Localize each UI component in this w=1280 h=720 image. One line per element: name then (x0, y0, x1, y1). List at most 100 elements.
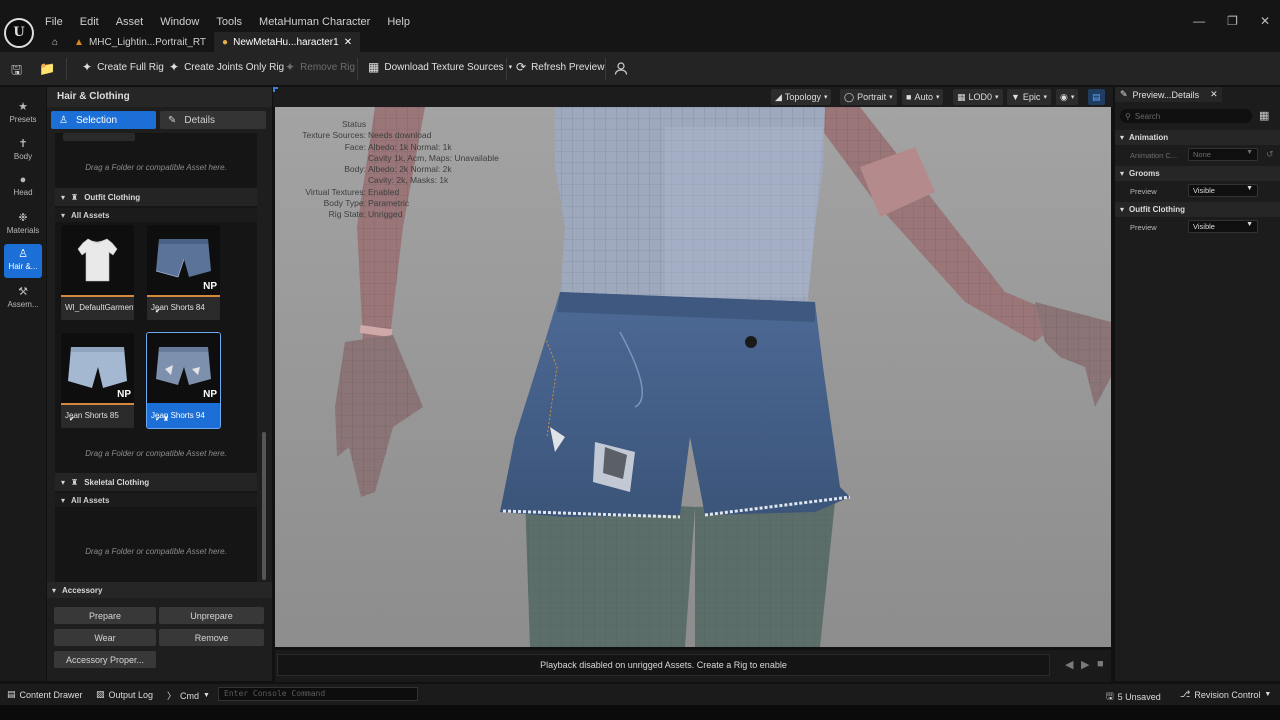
animation-category[interactable]: ▾ Animation (1115, 130, 1280, 145)
rail-item-materials[interactable]: ❉ Materials (4, 208, 42, 242)
selection-tab[interactable]: ♙ Selection (51, 111, 156, 129)
quality-icon: ▼ (1011, 92, 1020, 102)
console-command-input[interactable]: Enter Console Command (218, 687, 418, 701)
chip-label: Topology (784, 92, 821, 102)
play-icon[interactable]: ▶ (1081, 658, 1089, 671)
prepare-button[interactable]: Prepare (54, 607, 156, 624)
create-full-rig-button[interactable]: ✦ Create Full Rig (82, 60, 164, 74)
panel-scrollbar[interactable] (262, 432, 266, 580)
preview-details-panel: ✎ Preview...Details ✕ ⚲ Search ▦ ▾ Anima… (1115, 87, 1280, 681)
rail-item-assembly[interactable]: ⚒ Assem... (4, 282, 42, 316)
remove-rig-button[interactable]: ✦ Remove Rig (285, 60, 355, 74)
content-drawer-button[interactable]: ▤ Content Drawer (7, 689, 83, 700)
rail-item-body[interactable]: ✝ Body (4, 134, 42, 168)
grooms-preview-dropdown[interactable]: Visible ▼ (1188, 184, 1258, 197)
menu-help[interactable]: Help (387, 16, 410, 28)
menu-asset[interactable]: Asset (116, 16, 144, 28)
browse-asset-icon[interactable]: 📁 (39, 61, 55, 77)
rail-label: Body (13, 152, 33, 161)
stop-icon[interactable]: ■ (1097, 658, 1104, 670)
status-row: Texture Sources: Needs download (275, 130, 535, 141)
menu-file[interactable]: File (45, 16, 63, 28)
output-log-button[interactable]: ▧ Output Log (96, 689, 153, 700)
close-window-icon[interactable]: ✕ (1260, 14, 1270, 28)
rail-item-head[interactable]: ● Head (4, 171, 42, 205)
asset-tile-jean-shorts-84[interactable]: ✔ NP Jean Shorts 84 (147, 225, 220, 320)
status-row: Cavity: 2k, Masks: 1k (275, 175, 535, 186)
play-reverse-icon[interactable]: ◀ (1065, 658, 1073, 671)
unsaved-button[interactable]: 🖫 5 Unsaved (1106, 689, 1161, 705)
remove-button[interactable]: Remove (159, 629, 264, 646)
details-tab[interactable]: ✎ Details (160, 111, 266, 129)
status-row: Cavity 1k, Acm, Maps: Unavailable (275, 153, 535, 164)
animation-label: Animation C... (1130, 151, 1178, 160)
unsaved-icon: 🖫 (1106, 691, 1114, 701)
asset-browser[interactable]: Drag a Folder or compatible Asset here. … (55, 133, 257, 623)
reset-icon[interactable]: ↺ (1266, 149, 1274, 160)
outfit-all-assets-header[interactable]: ▾ All Assets (55, 208, 257, 222)
user-icon[interactable] (614, 61, 628, 78)
category-label: Grooms (1129, 169, 1160, 178)
status-value: Enabled (368, 186, 400, 197)
download-texture-sources-button[interactable]: ▦ Download Texture Sources ▾ (368, 60, 512, 74)
quality-dropdown[interactable]: ▼ Epic ▾ (1007, 89, 1051, 105)
menu-window[interactable]: Window (160, 16, 199, 28)
asset-tile-jean-shorts-94[interactable]: ✔ ♜ NP Jean Shorts 94 (146, 332, 221, 429)
character-viewport[interactable]: Status Texture Sources: Needs download Fa… (275, 107, 1111, 647)
wear-button[interactable]: Wear (54, 629, 156, 646)
skeletal-all-assets-header[interactable]: ▾ All Assets (55, 493, 257, 507)
accessory-properties-button[interactable]: Accessory Proper... (54, 651, 156, 668)
search-icon: ⚲ (1125, 111, 1131, 121)
rail-item-hair-clothing[interactable]: ♙ Hair &... (4, 244, 42, 278)
revision-control-button[interactable]: ⎇ Revision Control ▼ (1180, 689, 1271, 700)
unprepare-button[interactable]: Unprepare (159, 607, 264, 624)
category-label: Animation (1129, 133, 1169, 142)
skeletal-clothing-header[interactable]: ▾ ♜ Skeletal Clothing (55, 473, 257, 491)
tab-lighting-portrait[interactable]: ▲ MHC_Lightin...Portrait_RT (66, 32, 214, 52)
menu-tools[interactable]: Tools (216, 16, 242, 28)
outfit-preview-dropdown[interactable]: Visible ▼ (1188, 220, 1258, 233)
view-options-dropdown[interactable]: ◉ ▾ (1056, 89, 1079, 105)
asset-tile-default-garment[interactable]: WI_DefaultGarment (61, 225, 134, 320)
cube-icon: ▦ (957, 91, 966, 102)
section-label: Skeletal Clothing (84, 477, 150, 487)
outfit-clothing-category[interactable]: ▾ Outfit Clothing (1115, 202, 1280, 217)
restore-icon[interactable]: ❐ (1227, 14, 1238, 28)
refresh-icon: ⟳ (516, 60, 527, 74)
close-tab-icon[interactable]: ✕ (1210, 89, 1218, 100)
menu-bar: File Edit Asset Window Tools MetaHuman C… (45, 16, 427, 28)
preview-details-tab[interactable]: ✎ Preview...Details ✕ (1115, 87, 1222, 102)
layout-toggle[interactable]: ▤ (1088, 89, 1105, 105)
lod-dropdown[interactable]: ▦ LOD0 ▾ (953, 89, 1003, 105)
unreal-logo-icon[interactable]: U (4, 18, 34, 48)
details-search-input[interactable]: ⚲ Search (1120, 109, 1252, 123)
asset-tile-partial[interactable] (63, 133, 135, 141)
drop-hint: Drag a Folder or compatible Asset here. (85, 547, 227, 556)
rail-item-presets[interactable]: ★ Presets (4, 97, 42, 131)
accessory-header[interactable]: ▾ Accessory (47, 582, 272, 598)
outfit-clothing-header[interactable]: ▾ ♜ Outfit Clothing (55, 188, 257, 206)
asset-tile-jean-shorts-85[interactable]: ✔ NP Jean Shorts 85 (61, 333, 134, 428)
save-icon[interactable]: 🖫 (11, 61, 22, 83)
tab-new-metahuman-character[interactable]: ● NewMetaHu...haracter1 ✕ (214, 32, 361, 52)
topology-dropdown[interactable]: ◢ Topology ▾ (771, 89, 832, 105)
button-label: Content Drawer (19, 689, 83, 700)
cmd-dropdown[interactable]: 〉 Cmd ▼ (167, 689, 210, 702)
menu-metahuman-character[interactable]: MetaHuman Character (259, 16, 370, 28)
refresh-preview-button[interactable]: ⟳ Refresh Preview (516, 60, 604, 74)
grooms-category[interactable]: ▾ Grooms (1115, 166, 1280, 181)
menu-edit[interactable]: Edit (80, 16, 99, 28)
portrait-lighting-dropdown[interactable]: ◯ Portrait ▾ (840, 89, 897, 105)
grid-view-icon[interactable]: ▦ (1259, 109, 1269, 122)
collapse-icon: ▾ (61, 210, 66, 220)
minimize-icon[interactable]: — (1193, 14, 1205, 28)
create-joints-only-rig-button[interactable]: ✦ Create Joints Only Rig (169, 60, 284, 74)
animation-dropdown[interactable]: None ▼ (1188, 148, 1258, 161)
home-icon: ⌂ (52, 36, 59, 48)
viewport-toolbar: ◢ Topology ▾ ◯ Portrait ▾ ■ Auto ▾ ▦ LOD… (273, 87, 1113, 107)
home-tab[interactable]: ⌂ (44, 32, 66, 52)
layout-icon: ▤ (1092, 91, 1101, 102)
camera-auto-dropdown[interactable]: ■ Auto ▾ (902, 89, 944, 105)
close-tab-icon[interactable]: ✕ (344, 37, 352, 48)
playback-bar: Playback disabled on unrigged Assets. Cr… (275, 650, 1111, 682)
